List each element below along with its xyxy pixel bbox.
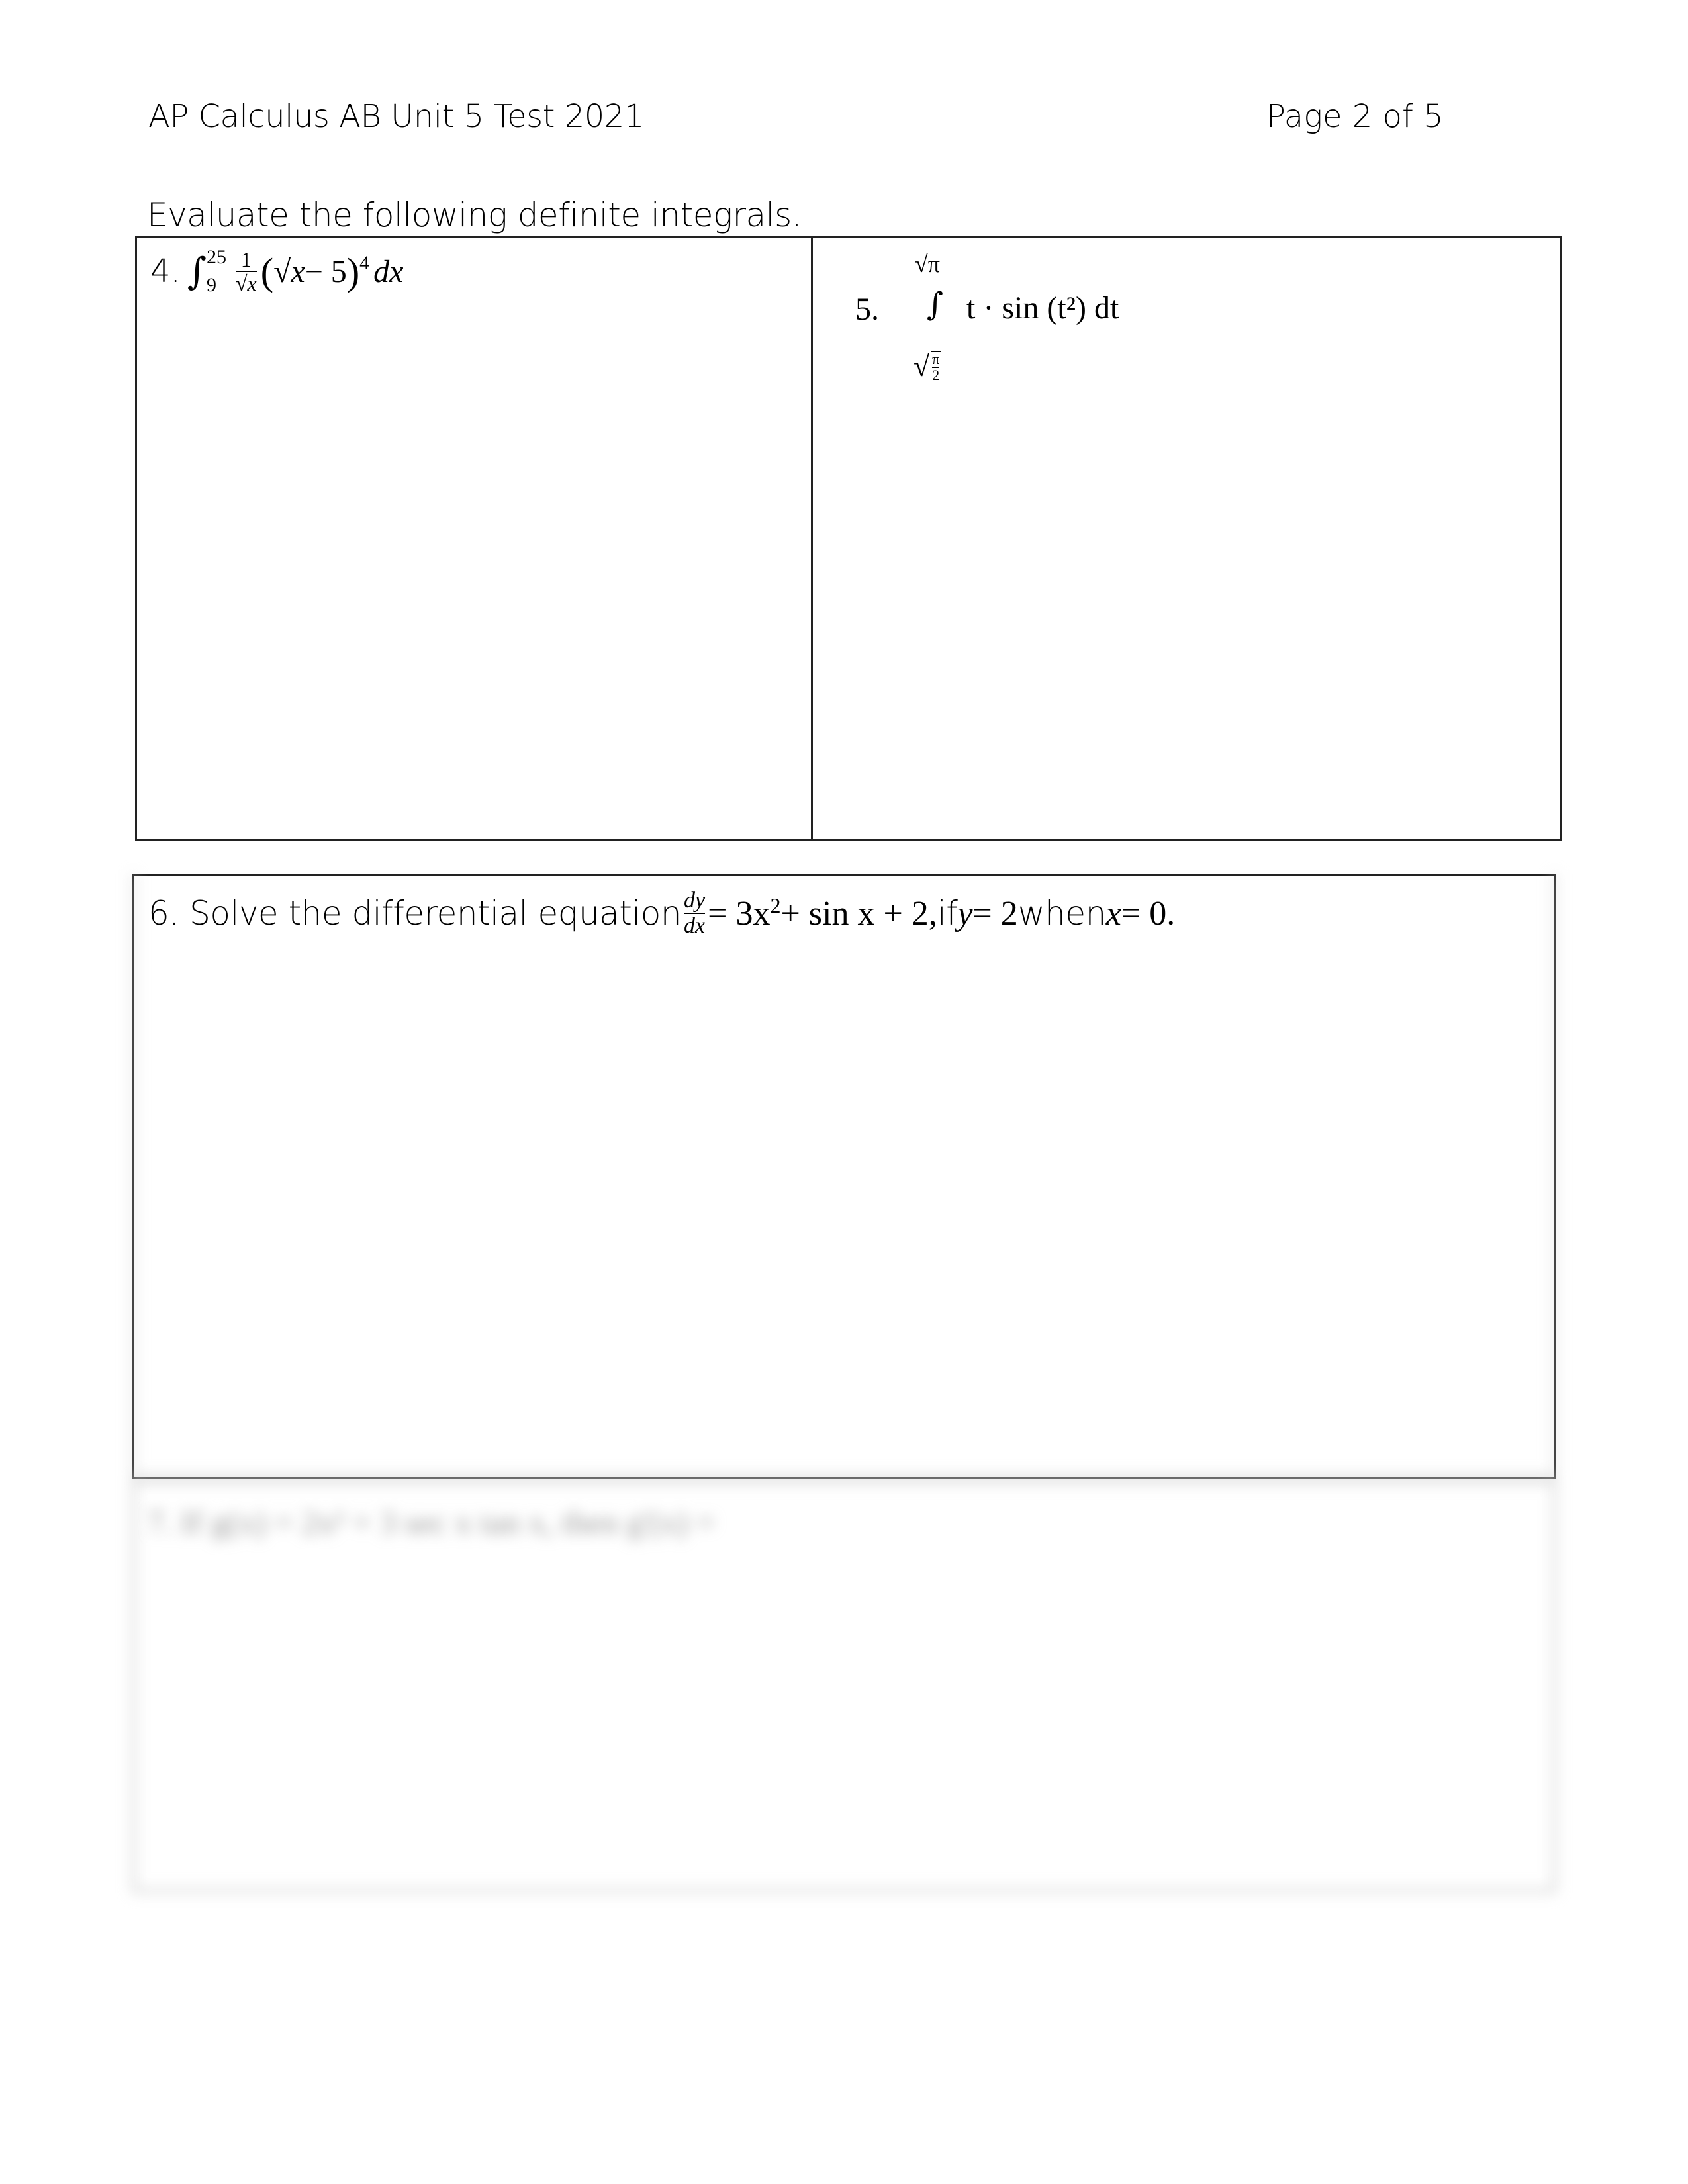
lower-limit: √ π 2	[914, 349, 941, 383]
denominator: 2	[932, 366, 940, 383]
fraction: 1 √x	[235, 248, 257, 295]
question-prompt: 6. Solve the differential equation	[148, 894, 682, 933]
equation-rhs: = 3x	[708, 894, 771, 933]
question-5: 5. √π ∫ t · sin (t²) dt √ π 2	[829, 238, 1557, 410]
answer-box-q7: 7. If g(x) = 2x² + 3 sec x tan x, then g…	[132, 1479, 1556, 1893]
answer-box-q4-q5: 4. ∫ 25 9 1 √x ( √x − 5 ) 4 dx 5. √π ∫ t…	[135, 236, 1562, 841]
upper-limit: √π	[915, 251, 940, 277]
integral-sign-icon: ∫	[187, 250, 207, 293]
numerator: 1	[240, 248, 252, 271]
equation-rhs-rest: + sin x + 2,	[780, 894, 937, 933]
differential: dx	[373, 253, 404, 289]
integral-sign-icon: ∫	[927, 286, 944, 323]
upper-limit: 25	[206, 246, 226, 268]
equals-zero: = 0.	[1121, 894, 1176, 933]
question-number: 4.	[150, 253, 181, 290]
question-6: 6. Solve the differential equation dy dx…	[148, 889, 1175, 938]
equals-two: = 2	[972, 894, 1018, 933]
integrand: t · sin (t²) dt	[966, 291, 1119, 326]
open-paren: (	[260, 250, 274, 293]
box-divider	[811, 238, 813, 839]
numerator: dy	[684, 888, 706, 913]
question-4: 4. ∫ 25 9 1 √x ( √x − 5 ) 4 dx	[150, 248, 403, 295]
exponent: 4	[359, 252, 370, 274]
answer-box-q6: 6. Solve the differential equation dy dx…	[132, 874, 1556, 1479]
denominator: √x	[235, 271, 257, 295]
radical-sign: √	[914, 350, 930, 383]
lower-limit: 9	[206, 274, 216, 296]
derivative-fraction: dy dx	[684, 888, 706, 938]
close-paren: )	[346, 250, 360, 293]
document-title: AP Calculus AB Unit 5 Test 2021	[148, 98, 644, 135]
page-indicator: Page 2 of 5	[1266, 98, 1444, 135]
question-7-blurred: 7. If g(x) = 2x² + 3 sec x tan x, then g…	[148, 1504, 716, 1541]
exponent: 2	[770, 893, 781, 917]
var-x: x	[1105, 894, 1121, 933]
integral-limits: 25 9	[207, 248, 226, 295]
section-instructions: Evaluate the following definite integral…	[147, 196, 802, 234]
numerator: π	[932, 350, 940, 367]
minus-five: − 5	[305, 253, 347, 289]
denominator: dx	[684, 913, 706, 938]
lower-limit-fraction: π 2	[931, 350, 941, 383]
question-number: 5.	[855, 292, 879, 327]
if-text: if	[937, 894, 958, 933]
radical-x: √x	[273, 253, 305, 289]
when-text: when	[1017, 894, 1107, 933]
var-y: y	[957, 894, 973, 933]
